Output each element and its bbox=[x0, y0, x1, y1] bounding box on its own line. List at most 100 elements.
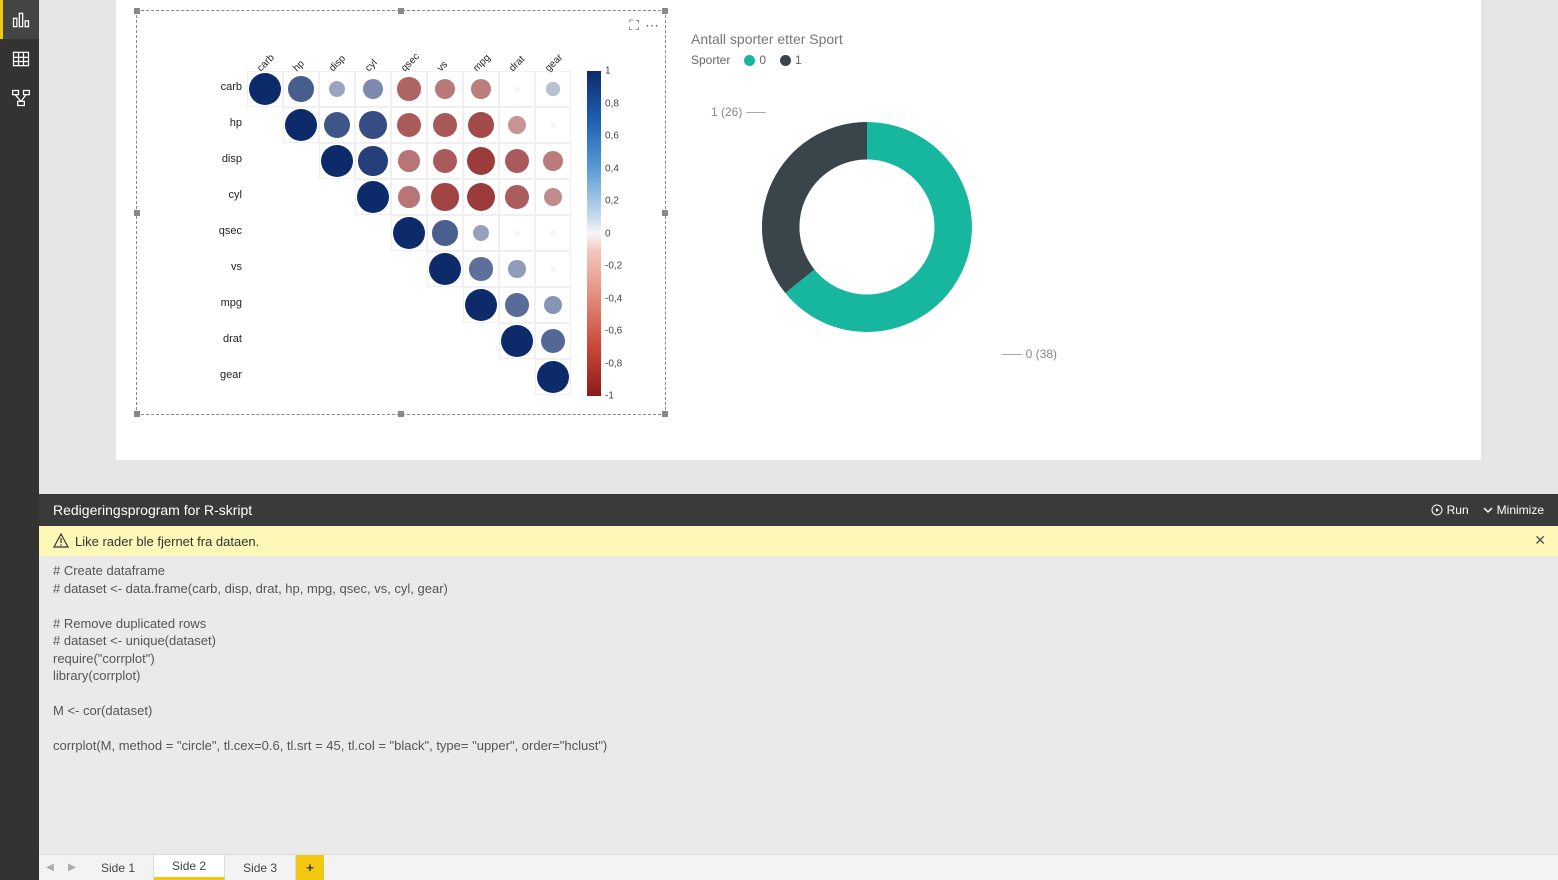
colorbar-tick: 1 bbox=[605, 66, 611, 77]
corr-cell bbox=[391, 215, 427, 251]
corr-cell bbox=[463, 179, 499, 215]
r-script-editor-pane: Redigeringsprogram for R-skript Run Mini… bbox=[39, 494, 1558, 854]
close-warning-button[interactable]: ✕ bbox=[1534, 532, 1546, 549]
corr-cell bbox=[427, 215, 463, 251]
page-tab[interactable]: Side 3 bbox=[225, 855, 296, 880]
report-canvas-viewport: ⛶ ⋯ carbcarbhphpdispdispcylcylqsecqsecvs… bbox=[39, 0, 1558, 494]
corr-cell bbox=[463, 107, 499, 143]
page-tab[interactable]: Side 2 bbox=[154, 855, 225, 880]
corr-cell bbox=[427, 251, 463, 287]
corr-cell bbox=[463, 287, 499, 323]
corr-cell bbox=[499, 179, 535, 215]
corr-cell bbox=[427, 107, 463, 143]
corr-cell bbox=[355, 179, 391, 215]
corr-cell bbox=[535, 215, 571, 251]
corr-row-label: vs bbox=[192, 261, 242, 273]
corr-cell bbox=[427, 179, 463, 215]
minimize-editor-button[interactable]: Minimize bbox=[1483, 503, 1544, 517]
colorbar-tick: 0,8 bbox=[605, 98, 619, 109]
corr-cell bbox=[355, 71, 391, 107]
corr-cell bbox=[391, 143, 427, 179]
corr-cell bbox=[535, 107, 571, 143]
warning-icon bbox=[53, 533, 69, 549]
legend-item[interactable]: 1 bbox=[780, 53, 802, 67]
corr-cell bbox=[283, 71, 319, 107]
colorbar-tick: -1 bbox=[605, 391, 614, 402]
data-label-0: 0 (38) bbox=[998, 347, 1057, 361]
corr-row-label: cyl bbox=[192, 189, 242, 201]
data-view-button[interactable] bbox=[0, 39, 39, 78]
page-tabs-bar: ◀ ▶ Side 1Side 2Side 3 + bbox=[39, 854, 1558, 880]
corr-row-label: drat bbox=[192, 333, 242, 345]
corr-cell bbox=[499, 143, 535, 179]
colorbar-tick: -0,8 bbox=[605, 358, 622, 369]
editor-header: Redigeringsprogram for R-skript Run Mini… bbox=[39, 494, 1558, 526]
corr-cell bbox=[355, 143, 391, 179]
corr-cell bbox=[499, 323, 535, 359]
donut-chart-visual[interactable]: Antall sporter etter Sport Sporter 0 1 bbox=[686, 30, 1106, 400]
corr-cell bbox=[319, 143, 355, 179]
corr-cell bbox=[499, 107, 535, 143]
corr-row-label: mpg bbox=[192, 297, 242, 309]
add-page-button[interactable]: + bbox=[296, 855, 324, 880]
corr-cell bbox=[247, 71, 283, 107]
colorbar-tick: -0,2 bbox=[605, 261, 622, 272]
corr-cell bbox=[283, 107, 319, 143]
editor-title: Redigeringsprogram for R-skript bbox=[53, 502, 252, 518]
bar-chart-icon bbox=[11, 10, 31, 30]
corr-cell bbox=[427, 143, 463, 179]
corr-cell bbox=[427, 71, 463, 107]
play-icon bbox=[1431, 504, 1443, 516]
chart-title: Antall sporter etter Sport bbox=[687, 31, 1105, 47]
tab-nav-next[interactable]: ▶ bbox=[61, 855, 83, 880]
corr-cell bbox=[391, 179, 427, 215]
corr-row-label: qsec bbox=[192, 225, 242, 237]
view-rail bbox=[0, 0, 39, 880]
colorbar-tick: -0,4 bbox=[605, 293, 622, 304]
corr-row-label: gear bbox=[192, 369, 242, 381]
donut-chart: 0 (38) 1 (26) bbox=[717, 77, 1017, 377]
run-script-button[interactable]: Run bbox=[1431, 503, 1469, 517]
report-view-button[interactable] bbox=[0, 0, 39, 39]
legend-item[interactable]: 0 bbox=[744, 53, 766, 67]
relationship-icon bbox=[11, 88, 31, 108]
corr-cell bbox=[499, 71, 535, 107]
donut-slice-1[interactable] bbox=[762, 122, 867, 293]
warning-bar: Like rader ble fjernet fra dataen. ✕ bbox=[39, 526, 1558, 556]
colorbar-tick: -0,6 bbox=[605, 326, 622, 337]
corr-row-label: hp bbox=[192, 117, 242, 129]
corr-cell bbox=[463, 143, 499, 179]
model-view-button[interactable] bbox=[0, 78, 39, 117]
data-label-1: 1 (26) bbox=[711, 105, 770, 119]
tab-nav-prev[interactable]: ◀ bbox=[39, 855, 61, 880]
corr-cell bbox=[499, 287, 535, 323]
color-scale: 10,80,60,40,20-0,2-0,4-0,6-0,8-1 bbox=[587, 71, 601, 396]
report-page[interactable]: ⛶ ⋯ carbcarbhphpdispdispcylcylqsecqsecvs… bbox=[116, 0, 1481, 460]
table-icon bbox=[11, 49, 31, 69]
corr-cell bbox=[319, 71, 355, 107]
warning-text: Like rader ble fjernet fra dataen. bbox=[75, 534, 259, 549]
colorbar-tick: 0 bbox=[605, 228, 611, 239]
corr-cell bbox=[535, 71, 571, 107]
corr-cell bbox=[463, 71, 499, 107]
corr-cell bbox=[463, 251, 499, 287]
colorbar-tick: 0,6 bbox=[605, 131, 619, 142]
page-tab[interactable]: Side 1 bbox=[83, 855, 154, 880]
r-visual-corrplot[interactable]: ⛶ ⋯ carbcarbhphpdispdispcylcylqsecqsecvs… bbox=[136, 10, 666, 415]
corr-row-label: carb bbox=[192, 81, 242, 93]
corr-cell bbox=[535, 287, 571, 323]
corr-cell bbox=[355, 107, 391, 143]
corr-cell bbox=[463, 215, 499, 251]
corr-cell bbox=[319, 107, 355, 143]
corr-cell bbox=[535, 323, 571, 359]
chart-legend: Sporter 0 1 bbox=[687, 53, 1105, 67]
r-script-textarea[interactable]: # Create dataframe # dataset <- data.fra… bbox=[39, 556, 1558, 854]
corr-cell bbox=[535, 179, 571, 215]
corr-cell bbox=[499, 215, 535, 251]
corr-cell bbox=[535, 251, 571, 287]
legend-title: Sporter bbox=[691, 53, 730, 67]
corr-cell bbox=[535, 143, 571, 179]
corr-cell bbox=[499, 251, 535, 287]
chevron-down-icon bbox=[1483, 505, 1493, 515]
corr-cell bbox=[535, 359, 571, 395]
